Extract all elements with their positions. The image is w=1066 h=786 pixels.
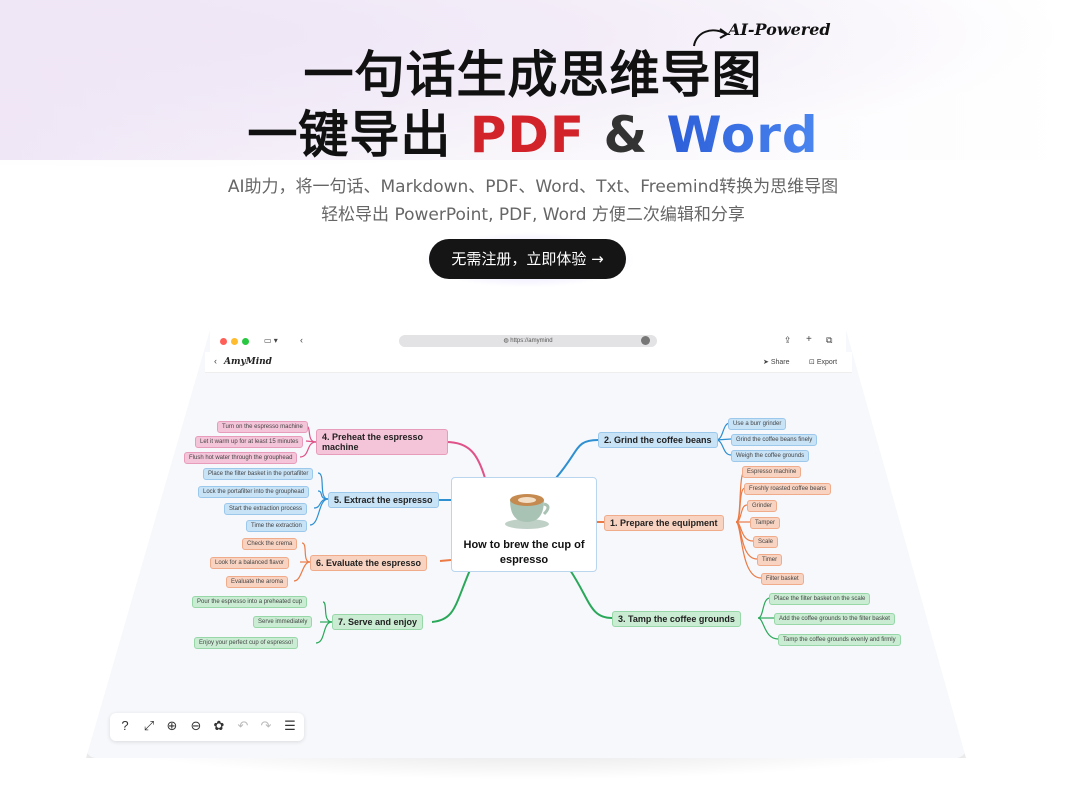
mindmap-center-node[interactable]: How to brew the cup of espresso <box>451 477 597 572</box>
leaf-node[interactable]: Espresso machine <box>742 466 802 478</box>
leaf-node[interactable]: Add the coffee grounds to the filter bas… <box>774 613 895 625</box>
leaf-node[interactable]: Tamper <box>750 517 781 529</box>
leaf-node[interactable]: Check the crema <box>242 538 298 550</box>
leaf-node[interactable]: Place the filter basket in the portafilt… <box>203 468 314 480</box>
leaf-node[interactable]: Place the filter basket on the scale <box>769 593 871 605</box>
branch-node-grind[interactable]: 2. Grind the coffee beans <box>598 432 718 448</box>
leaf-node[interactable]: Enjoy your perfect cup of espresso! <box>194 637 299 649</box>
zoom-in-icon[interactable]: ⊕ <box>163 717 181 735</box>
theme-palette-icon[interactable]: ✿ <box>210 717 228 735</box>
leaf-node[interactable]: Pour the espresso into a preheated cup <box>192 596 308 608</box>
coffee-cup-icon <box>505 494 550 529</box>
leaf-node[interactable]: Use a burr grinder <box>728 418 787 430</box>
leaf-node[interactable]: Filter basket <box>761 573 804 585</box>
leaf-node[interactable]: Grind the coffee beans finely <box>731 434 818 446</box>
branch-node-tamp[interactable]: 3. Tamp the coffee grounds <box>612 611 741 627</box>
branch-node-serve[interactable]: 7. Serve and enjoy <box>332 614 424 630</box>
leaf-node[interactable]: Start the extraction process <box>224 503 308 515</box>
leaf-node[interactable]: Time the extraction <box>246 520 307 532</box>
fit-screen-icon[interactable]: ⤢ <box>140 717 158 735</box>
undo-icon[interactable]: ↶ <box>234 717 252 735</box>
center-node-label: How to brew the cup of espresso <box>463 539 585 566</box>
leaf-node[interactable]: Let it warm up for at least 15 minutes <box>195 436 304 448</box>
branch-node-prepare[interactable]: 1. Prepare the equipment <box>604 515 724 531</box>
leaf-node[interactable]: Tamp the coffee grounds evenly and firml… <box>778 634 901 646</box>
branch-node-extract[interactable]: 5. Extract the espresso <box>328 492 439 508</box>
leaf-node[interactable]: Lock the portafilter into the grouphead <box>198 486 310 498</box>
leaf-node[interactable]: Look for a balanced flavor <box>210 557 290 569</box>
help-icon[interactable]: ? <box>116 717 134 735</box>
leaf-node[interactable]: Flush hot water through the grouphead <box>184 452 298 464</box>
leaf-node[interactable]: Timer <box>757 554 783 566</box>
zoom-out-icon[interactable]: ⊖ <box>187 717 205 735</box>
branch-node-evaluate[interactable]: 6. Evaluate the espresso <box>310 555 428 571</box>
redo-icon[interactable]: ↷ <box>257 717 275 735</box>
leaf-node[interactable]: Scale <box>753 536 779 548</box>
mindmap-connectors <box>293 422 779 644</box>
leaf-node[interactable]: Grinder <box>747 500 778 512</box>
branch-node-preheat[interactable]: 4. Preheat the espresso machine <box>316 429 448 455</box>
leaf-node[interactable]: Serve immediately <box>253 616 313 628</box>
leaf-node[interactable]: Weigh the coffee grounds <box>731 450 810 462</box>
leaf-node[interactable]: Freshly roasted coffee beans <box>744 483 832 495</box>
leaf-node[interactable]: Evaluate the aroma <box>226 576 289 588</box>
leaf-node[interactable]: Turn on the espresso machine <box>217 421 308 433</box>
outline-list-icon[interactable]: ☰ <box>281 717 299 735</box>
